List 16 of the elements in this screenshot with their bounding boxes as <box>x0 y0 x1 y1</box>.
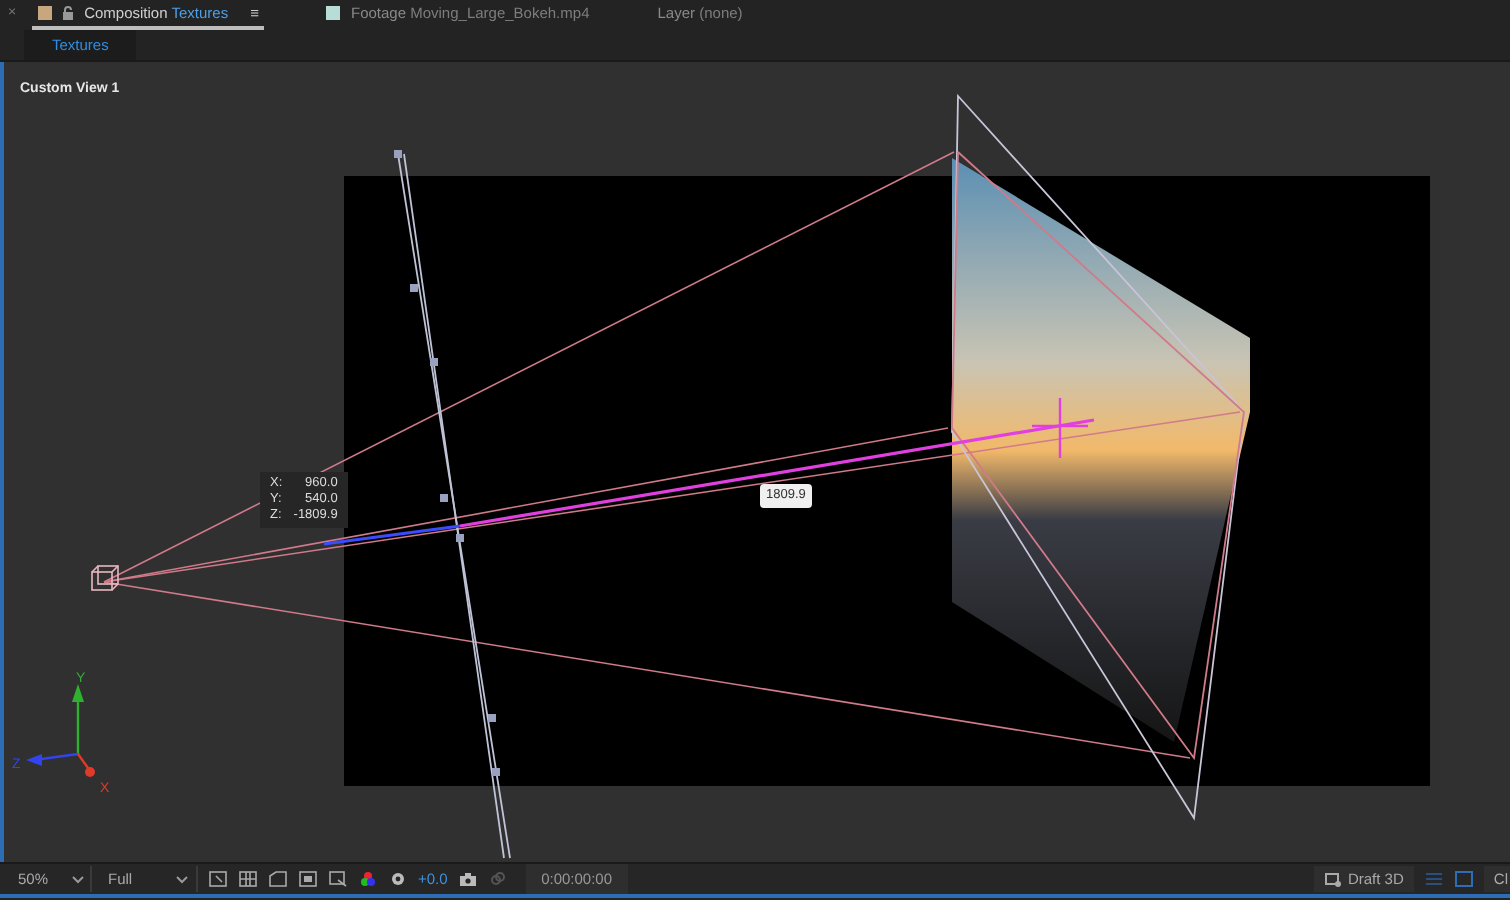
transparency-icon[interactable] <box>328 870 348 888</box>
gear-icon[interactable] <box>388 870 408 888</box>
color-channels-icon[interactable] <box>358 870 378 888</box>
caret-icon <box>72 875 84 883</box>
lock-icon[interactable] <box>62 6 75 20</box>
camera-icon <box>91 565 119 591</box>
grid-icon[interactable] <box>238 870 258 888</box>
caret-icon <box>176 875 189 883</box>
camera-icon[interactable] <box>457 870 478 888</box>
mask-icon[interactable] <box>268 870 288 888</box>
region-icon[interactable] <box>208 870 228 888</box>
view-window-icon[interactable] <box>1453 870 1474 888</box>
z-axis-line <box>323 524 461 546</box>
target-crosshair <box>1032 398 1088 458</box>
frame-icon[interactable] <box>298 870 318 888</box>
renderer-icon <box>1323 871 1342 887</box>
